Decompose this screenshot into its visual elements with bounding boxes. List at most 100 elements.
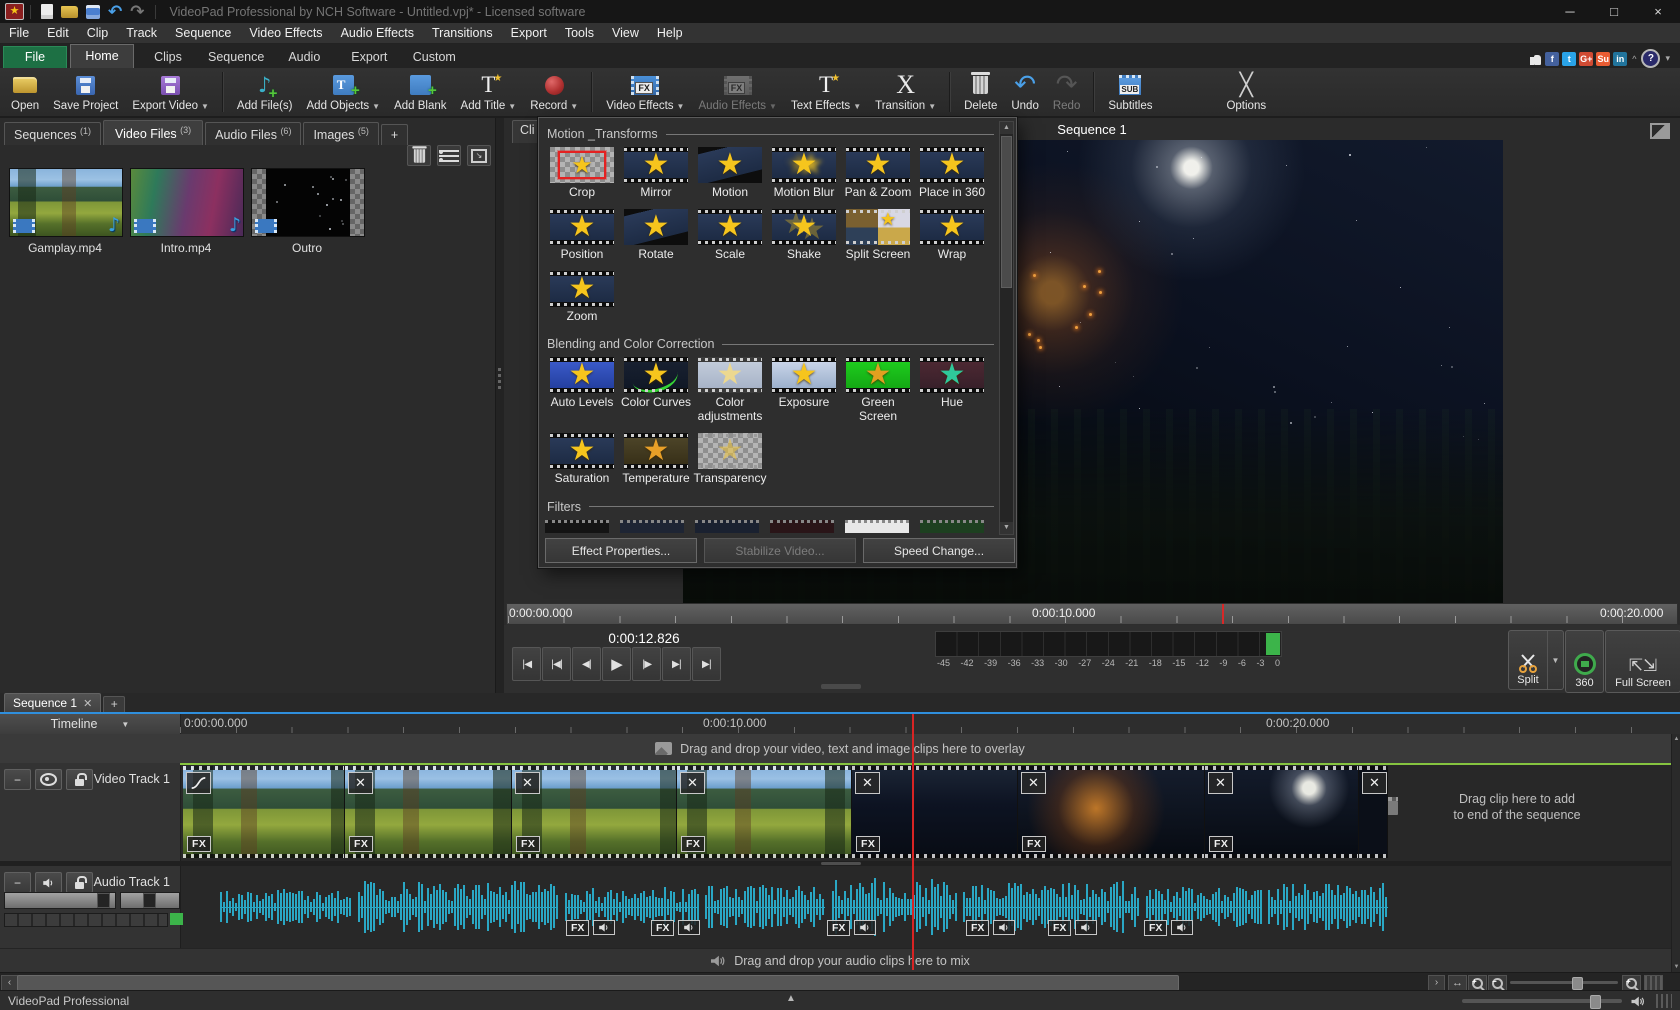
effect-properties-button[interactable]: Effect Properties... [545,538,697,563]
effect-transparency[interactable]: ★Transparency [693,433,767,486]
minimize-button[interactable]: ─ [1548,0,1592,23]
effect-color-curves[interactable]: ★Color Curves [619,357,693,424]
twitter-icon[interactable]: t [1562,52,1576,66]
master-volume-slider[interactable] [1462,999,1622,1003]
google-plus-icon[interactable]: G+ [1579,52,1593,66]
menu-view[interactable]: View [603,24,648,43]
fx-badge[interactable]: FX [681,836,705,852]
filter-thumbnail[interactable] [845,520,909,533]
undo-icon[interactable]: ↶ [108,3,122,21]
track-lock-button[interactable] [66,872,93,893]
zoom-in-button[interactable]: + [1622,975,1641,991]
video-clip-2[interactable]: ✕ FX [345,766,512,858]
timeline-playhead[interactable] [912,714,914,970]
effect-green-screen[interactable]: ★Green Screen [841,357,915,424]
split-dropdown-arrow[interactable]: ▼ [1547,631,1563,689]
expand-panel-arrow[interactable]: ▲ [786,993,796,1004]
collapse-track-button[interactable]: − [4,872,31,893]
ribbon-tab-home[interactable]: Home [70,44,134,68]
ribbon-tab-sequence[interactable]: Sequence [202,47,270,68]
audio-waveform-segment[interactable] [705,868,825,944]
maximize-button[interactable]: □ [1592,0,1636,23]
video-clip-8[interactable]: ✕ [1359,766,1388,858]
stumbleupon-icon[interactable]: Su [1596,52,1610,66]
crossfade-transition-icon[interactable]: ✕ [515,772,540,794]
toolbar-add-file-s-button[interactable]: Add File(s) [230,68,300,116]
video-clip-1[interactable]: FX [183,766,345,858]
media-tab-audio-files[interactable]: Audio Files (6) [205,122,301,145]
effect-hue[interactable]: ★Hue [915,357,989,424]
collapse-ribbon-icon[interactable]: ^ [1632,54,1636,64]
redo-icon[interactable]: ↷ [130,3,144,21]
360-button[interactable]: 360 [1565,630,1604,693]
toolbar-options-button[interactable]: Options [1219,68,1273,116]
resize-grip[interactable] [1644,975,1663,991]
media-tab-images[interactable]: Images (5) [303,122,378,145]
linkedin-icon[interactable]: in [1613,52,1627,66]
save-project-icon[interactable] [86,3,100,21]
audio-mute-badge[interactable] [1075,920,1097,935]
ribbon-tab-audio[interactable]: Audio [273,47,335,68]
fx-badge[interactable]: FX [349,836,373,852]
effect-rotate[interactable]: ★Rotate [619,209,693,262]
preview-seek-bar[interactable]: 0:00:00.0000:00:10.0000:00:20.000 [506,603,1678,625]
menu-transitions[interactable]: Transitions [423,24,502,43]
effect-exposure[interactable]: ★Exposure [767,357,841,424]
video-clip-7[interactable]: ✕FX [1205,766,1359,858]
effect-pan-zoom[interactable]: ★Pan & Zoom [841,147,915,200]
video-track-content[interactable]: Drag clip here to add to end of the sequ… [180,763,1680,861]
effect-scale[interactable]: ★Scale [693,209,767,262]
effect-position[interactable]: ★Position [545,209,619,262]
track-mute-button[interactable] [35,872,62,893]
menu-audio-effects[interactable]: Audio Effects [332,24,423,43]
toolbar-add-blank-button[interactable]: Add Blank [387,68,453,116]
video-clip-3[interactable]: ✕FX [512,766,677,858]
window-resize-grip[interactable] [1656,994,1672,1008]
detach-preview-icon[interactable] [1650,123,1670,139]
track-volume-slider[interactable] [4,892,116,909]
menu-file[interactable]: File [0,24,38,43]
audio-mute-badge[interactable] [854,920,876,935]
effect-zoom[interactable]: ★Zoom [545,271,619,324]
effect-temperature[interactable]: ★Temperature [619,433,693,486]
scroll-up-arrow[interactable]: ▲ [1000,122,1013,134]
menu-clip[interactable]: Clip [78,24,118,43]
audio-fx-badge[interactable]: FX [966,920,989,936]
toolbar-delete-button[interactable]: Delete [957,68,1004,116]
new-project-icon[interactable] [41,3,53,21]
toolbar-add-objects-button[interactable]: Add Objects▼ [300,68,388,116]
effect-shake[interactable]: ★Shake [767,209,841,262]
new-sequence-tab[interactable]: + [103,696,125,712]
media-item-gamplay-mp4[interactable]: ♪Gamplay.mp4 [9,168,121,255]
track-pan-slider[interactable] [120,892,180,909]
timeline-zoom-slider[interactable] [1510,981,1618,984]
audio-waveform-segment[interactable] [832,868,957,944]
effect-auto-levels[interactable]: ★Auto Levels [545,357,619,424]
sequence-tab[interactable]: Sequence 1 ✕ [4,693,101,712]
media-item-intro-mp4[interactable]: ♪Intro.mp4 [130,168,242,255]
close-tab-icon[interactable]: ✕ [83,697,92,710]
audio-waveform-segment[interactable] [358,868,558,944]
timeline-view-dropdown[interactable]: Timeline ▼ [0,714,181,734]
ribbon-tab-export[interactable]: Export [338,47,400,68]
menu-edit[interactable]: Edit [38,24,78,43]
fx-badge[interactable]: FX [856,836,880,852]
zoom-selection-button[interactable]: + [1468,975,1487,991]
transport-go-end-button[interactable]: ▶| [692,647,721,681]
scroll-left-arrow[interactable]: ‹ [1,975,18,991]
audio-mute-badge[interactable] [593,920,615,935]
video-clip-5[interactable]: ✕FX [852,766,1018,858]
scroll-down-arrow[interactable]: ▼ [1672,964,1680,970]
timeline-horizontal-scrollbar[interactable]: ‹ › ↔ + − + [0,972,1680,991]
transport-go-start-button[interactable]: |◀ [512,647,541,681]
effect-motion-blur[interactable]: ★Motion Blur [767,147,841,200]
filter-thumbnail[interactable] [770,520,834,533]
crossfade-transition-icon[interactable]: ✕ [348,772,373,794]
effect-saturation[interactable]: ★Saturation [545,433,619,486]
collapse-track-button[interactable]: − [4,769,31,790]
fade-transition-icon[interactable] [186,772,211,794]
audio-waveform-segment[interactable] [1268,868,1388,944]
split-button[interactable]: Split ▼ [1508,630,1564,690]
facebook-icon[interactable]: f [1545,52,1559,66]
menu-tools[interactable]: Tools [556,24,603,43]
